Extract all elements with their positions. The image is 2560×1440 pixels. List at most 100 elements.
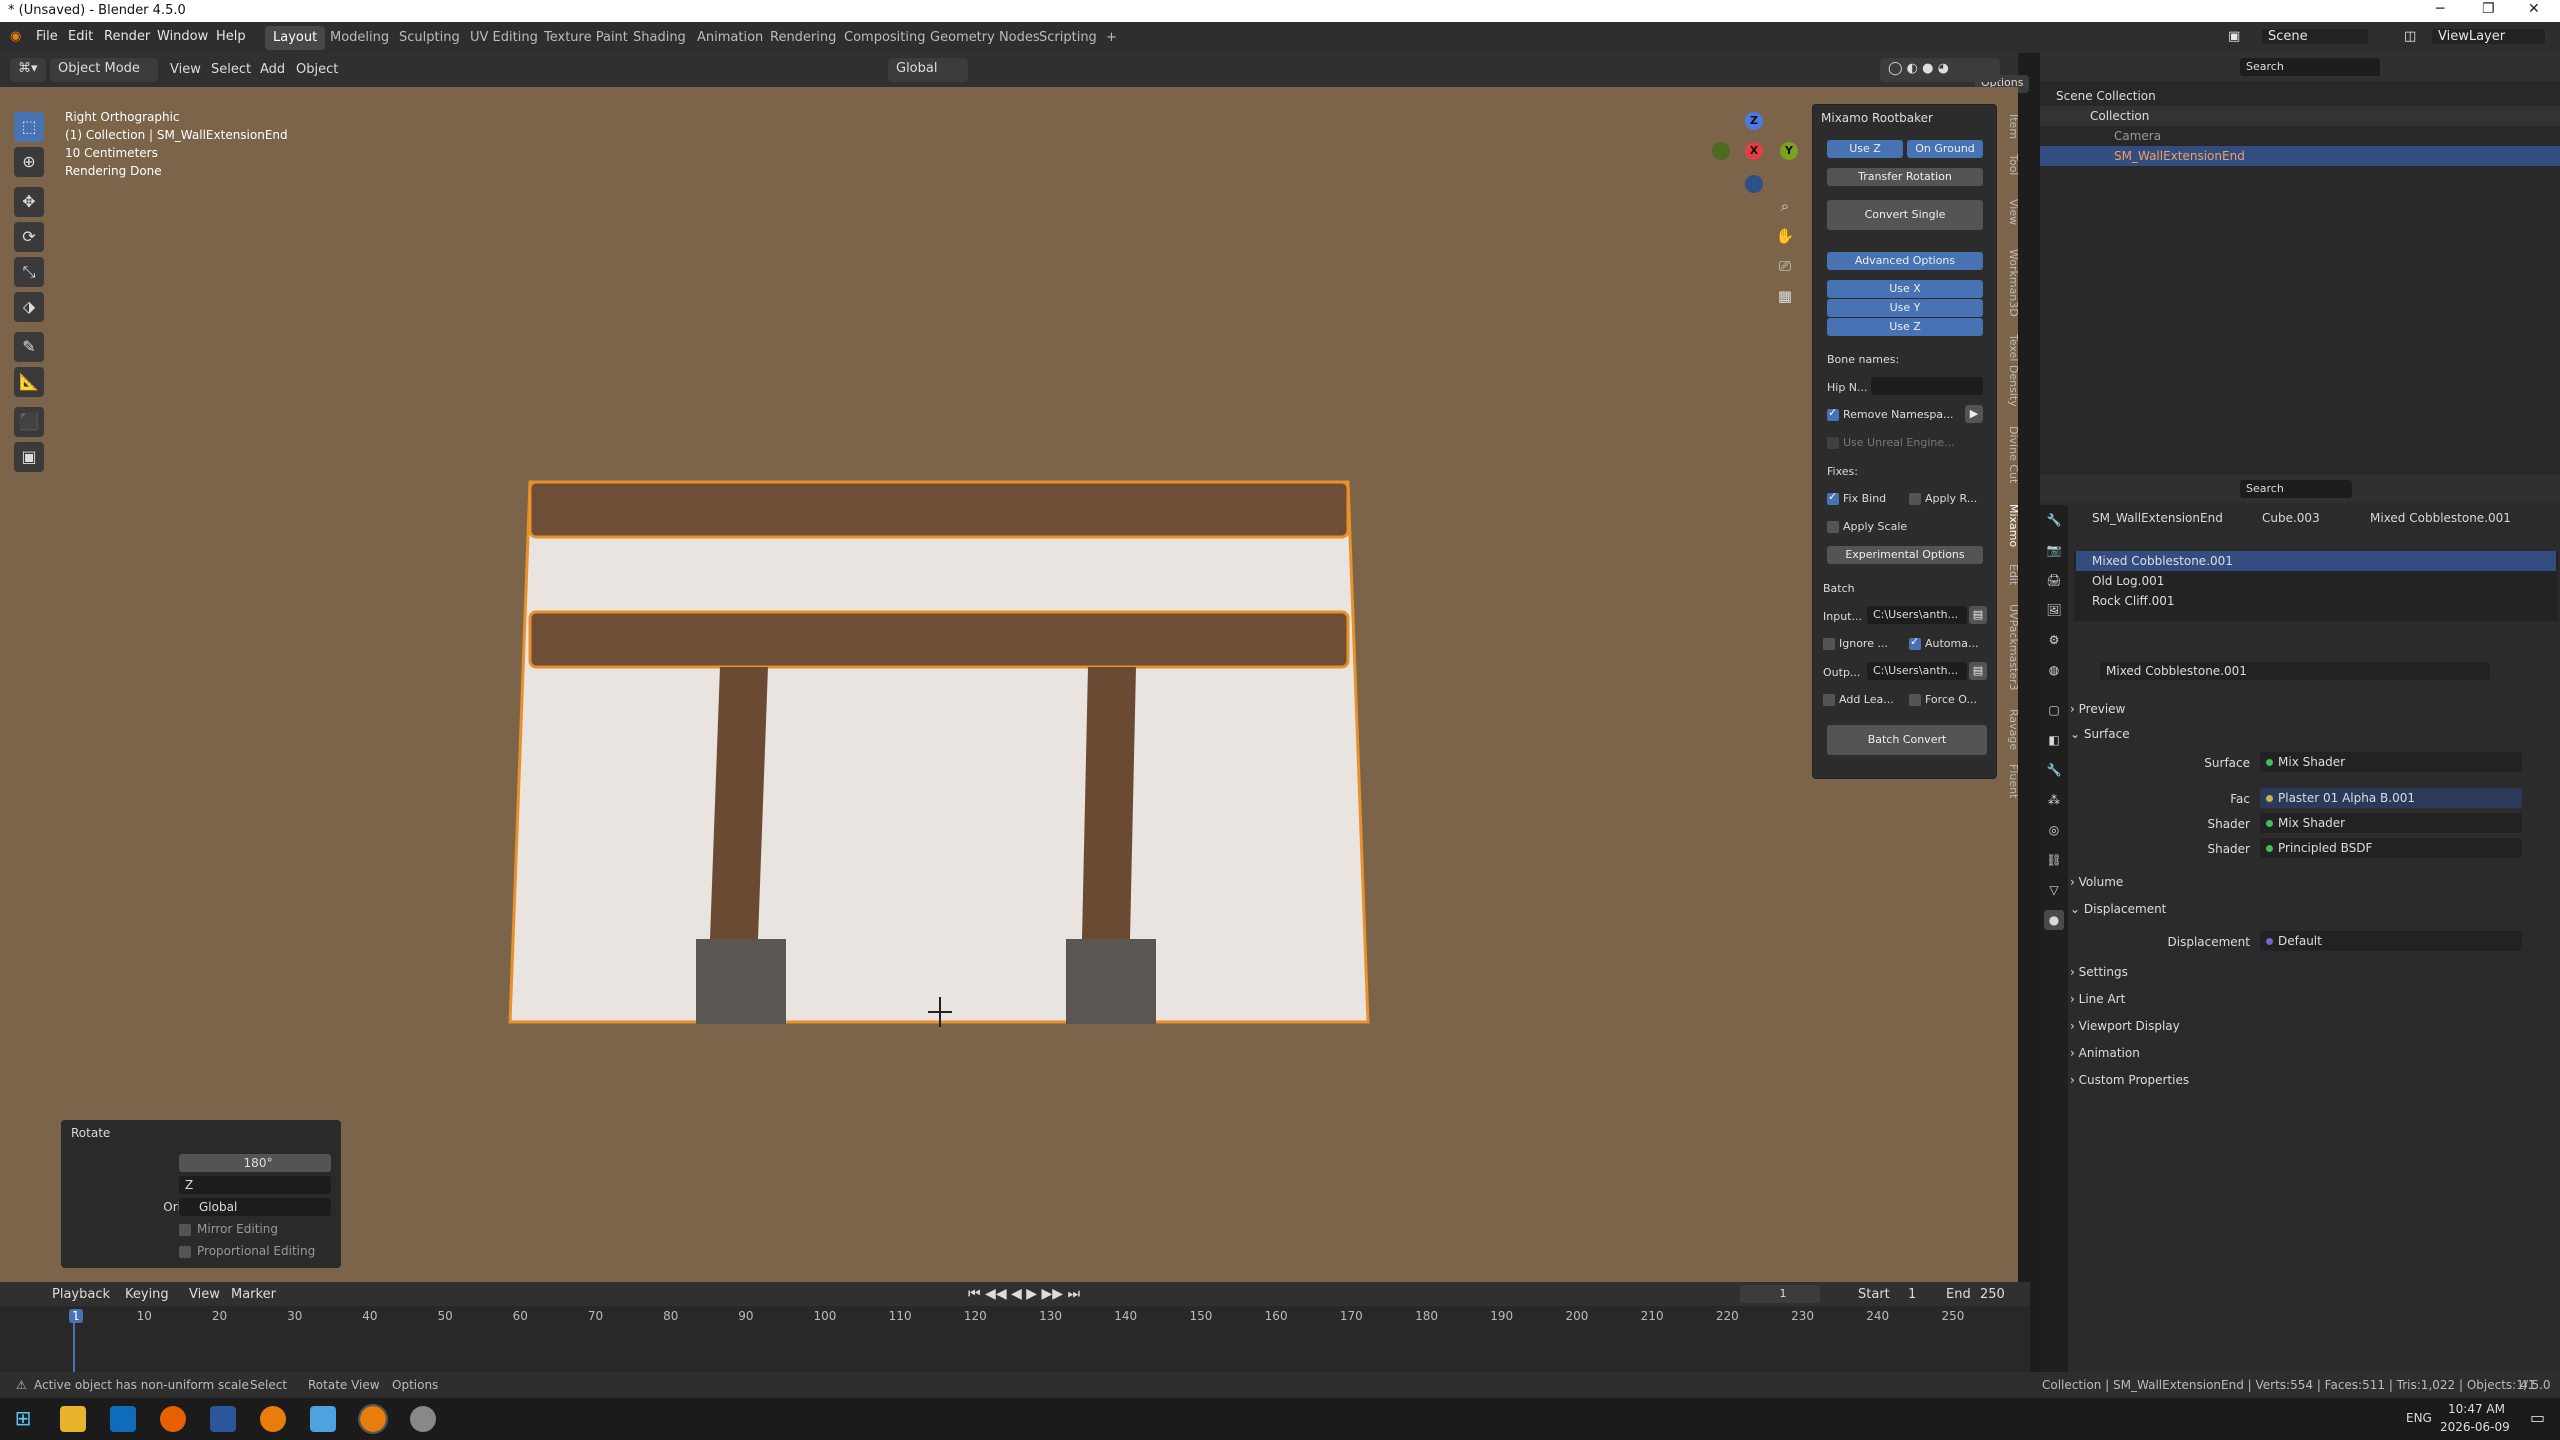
tab-texture-paint[interactable]: Texture Paint [536, 26, 636, 50]
add-cube-tool-icon[interactable]: ⬛ [14, 407, 44, 437]
sidebar-tab-edit[interactable]: Edit [2002, 564, 2020, 585]
mirror-editing-checkbox[interactable] [179, 1224, 191, 1236]
sidebar-tab-workman3d[interactable]: Workman3D [2002, 249, 2020, 317]
particles-tab-icon[interactable]: ⁂ [2044, 790, 2064, 810]
end-frame-value[interactable]: 250 [1980, 1287, 2005, 1302]
fix-bind-checkbox[interactable] [1827, 490, 1839, 505]
transfer-rotation-button[interactable]: Transfer Rotation [1827, 168, 1983, 186]
minimize-button[interactable]: ─ [2436, 1, 2444, 17]
transform-tool-icon[interactable]: ⬗ [14, 292, 44, 322]
material-slot-old-log[interactable]: Old Log.001 [2076, 571, 2556, 591]
surface-shader-field[interactable]: Mix Shader [2260, 752, 2522, 772]
sidebar-tab-ravage[interactable]: Ravage [2002, 709, 2020, 750]
data-tab-icon[interactable]: ▽ [2044, 880, 2064, 900]
menu-render[interactable]: Render [104, 29, 150, 44]
notification-icon[interactable]: ▭ [2530, 1408, 2545, 1427]
measure-tool-icon[interactable]: 📐 [14, 367, 44, 397]
displacement-panel-header[interactable]: ⌄ Displacement [2070, 897, 2550, 921]
material-name-field[interactable]: Mixed Cobblestone.001 [2100, 662, 2490, 680]
editor-type-icon[interactable]: ⌘▾ [10, 58, 46, 82]
line-art-panel-header[interactable]: › Line Art [2070, 987, 2550, 1011]
use-y-toggle[interactable]: Use Y [1827, 299, 1983, 317]
hip-name-field[interactable] [1871, 377, 1983, 395]
output-folder-icon[interactable]: ▤ [1969, 662, 1987, 680]
use-x-toggle[interactable]: Use X [1827, 280, 1983, 298]
ignore-checkbox[interactable] [1823, 638, 1835, 650]
menu-help[interactable]: Help [216, 29, 246, 44]
blender-taskbar-icon[interactable] [260, 1406, 286, 1432]
menu-object[interactable]: Object [296, 62, 338, 77]
viewlayer-selector[interactable]: ViewLayer [2432, 29, 2546, 44]
tab-sculpting[interactable]: Sculpting [391, 26, 468, 50]
mode-selector[interactable]: Object Mode [50, 58, 158, 82]
annotate-tool-icon[interactable]: ✎ [14, 332, 44, 362]
add-primitive-tool-icon[interactable]: ▣ [14, 442, 44, 472]
preview-panel-header[interactable]: › Preview [2070, 697, 2550, 721]
output-tab-icon[interactable]: 🖨 [2044, 570, 2064, 590]
outliner-scene-collection[interactable]: Scene Collection [2040, 86, 2560, 106]
3d-viewport[interactable]: Right Orthographic (1) Collection | SM_W… [0, 87, 2018, 1282]
firefox-icon[interactable] [160, 1406, 186, 1432]
menu-window[interactable]: Window [157, 29, 208, 44]
collection-tab-icon[interactable]: ▢ [2044, 700, 2064, 720]
sidebar-tab-mixamo[interactable]: Mixamo [2002, 504, 2020, 547]
sidebar-tab-texel-density[interactable]: Texel Density [2002, 334, 2020, 407]
select-tool-icon[interactable]: ⬚ [14, 112, 44, 142]
sidebar-tab-view[interactable]: View [2002, 199, 2020, 225]
wall-extension-mesh[interactable] [500, 387, 1390, 1037]
outliner-wall-object[interactable]: SM_WallExtensionEnd [2040, 146, 2560, 166]
start-frame-value[interactable]: 1 [1908, 1287, 1916, 1302]
close-button[interactable]: ✕ [2528, 1, 2540, 17]
add-lea-checkbox[interactable] [1823, 694, 1835, 706]
app-icon[interactable] [310, 1406, 336, 1432]
axis-dropdown[interactable]: Z [179, 1176, 331, 1194]
tab-scripting[interactable]: Scripting [1031, 26, 1105, 50]
rotate-tool-icon[interactable]: ⟳ [14, 222, 44, 252]
maximize-button[interactable]: ❐ [2482, 1, 2495, 17]
current-frame-field[interactable]: 1 [1740, 1285, 1820, 1303]
output-path-field[interactable]: C:\Users\anth... [1867, 662, 1967, 680]
menu-add[interactable]: Add [260, 62, 285, 77]
transform-orientation[interactable]: Global [888, 58, 968, 82]
cursor-tool-icon[interactable]: ⊕ [14, 147, 44, 177]
scene-selector[interactable]: Scene [2262, 29, 2368, 44]
grid-toggle-icon[interactable]: ▦ [1772, 283, 1798, 309]
timeline-view-menu[interactable]: View [189, 1287, 220, 1302]
proportional-editing-checkbox[interactable] [179, 1246, 191, 1258]
language-indicator[interactable]: ENG [2406, 1411, 2432, 1425]
batch-convert-button[interactable]: Batch Convert [1827, 725, 1987, 755]
displacement-input-field[interactable]: Default [2260, 931, 2522, 951]
playback-controls[interactable]: ⏮ ◀◀ ◀ ▶ ▶▶ ⏭ [968, 1286, 1080, 1302]
tab-layout[interactable]: Layout [265, 26, 326, 50]
gizmo-neg-y-axis[interactable] [1712, 142, 1730, 160]
view-layer-tab-icon[interactable]: 🖼 [2044, 600, 2064, 620]
shading-buttons[interactable]: ◯ ◐ ● ◕ [1880, 58, 2000, 82]
windows-start-icon[interactable]: ⊞ [10, 1406, 36, 1432]
modifier-tab-icon[interactable]: 🔧 [2044, 760, 2064, 780]
material-tab-icon[interactable]: ● [2044, 910, 2064, 930]
tab-rendering[interactable]: Rendering [762, 26, 844, 50]
menu-select[interactable]: Select [211, 62, 251, 77]
tool-tab-icon[interactable]: 🔧 [2044, 510, 2064, 530]
store-icon[interactable] [110, 1406, 136, 1432]
remove-namespace-checkbox[interactable] [1827, 406, 1839, 421]
pan-hand-icon[interactable]: ✋ [1772, 223, 1798, 249]
gizmo-z-axis[interactable]: Z [1745, 112, 1763, 130]
word-icon[interactable] [210, 1406, 236, 1432]
camera-view-icon[interactable]: ⎚ [1772, 253, 1798, 279]
gizmo-x-axis[interactable]: X [1745, 142, 1763, 160]
menu-edit[interactable]: Edit [68, 29, 93, 44]
blender-active-taskbar-icon[interactable] [358, 1404, 388, 1434]
tab-uv-editing[interactable]: UV Editing [462, 26, 546, 50]
menu-view[interactable]: View [170, 62, 201, 77]
use-z-axis-toggle[interactable]: Use Z [1827, 318, 1983, 336]
physics-tab-icon[interactable]: ◎ [2044, 820, 2064, 840]
force-o-checkbox[interactable] [1909, 694, 1921, 706]
surface-panel-header[interactable]: ⌄ Surface [2070, 722, 2550, 746]
sidebar-tab-item[interactable]: Item [2002, 114, 2020, 139]
input-path-field[interactable]: C:\Users\anth... [1867, 606, 1967, 624]
move-tool-icon[interactable]: ✥ [14, 187, 44, 217]
clock-date[interactable]: 2026-06-09 [2440, 1420, 2510, 1434]
sidebar-tab-tool[interactable]: Tool [2002, 154, 2020, 175]
gizmo-neg-z-axis[interactable] [1745, 175, 1763, 193]
